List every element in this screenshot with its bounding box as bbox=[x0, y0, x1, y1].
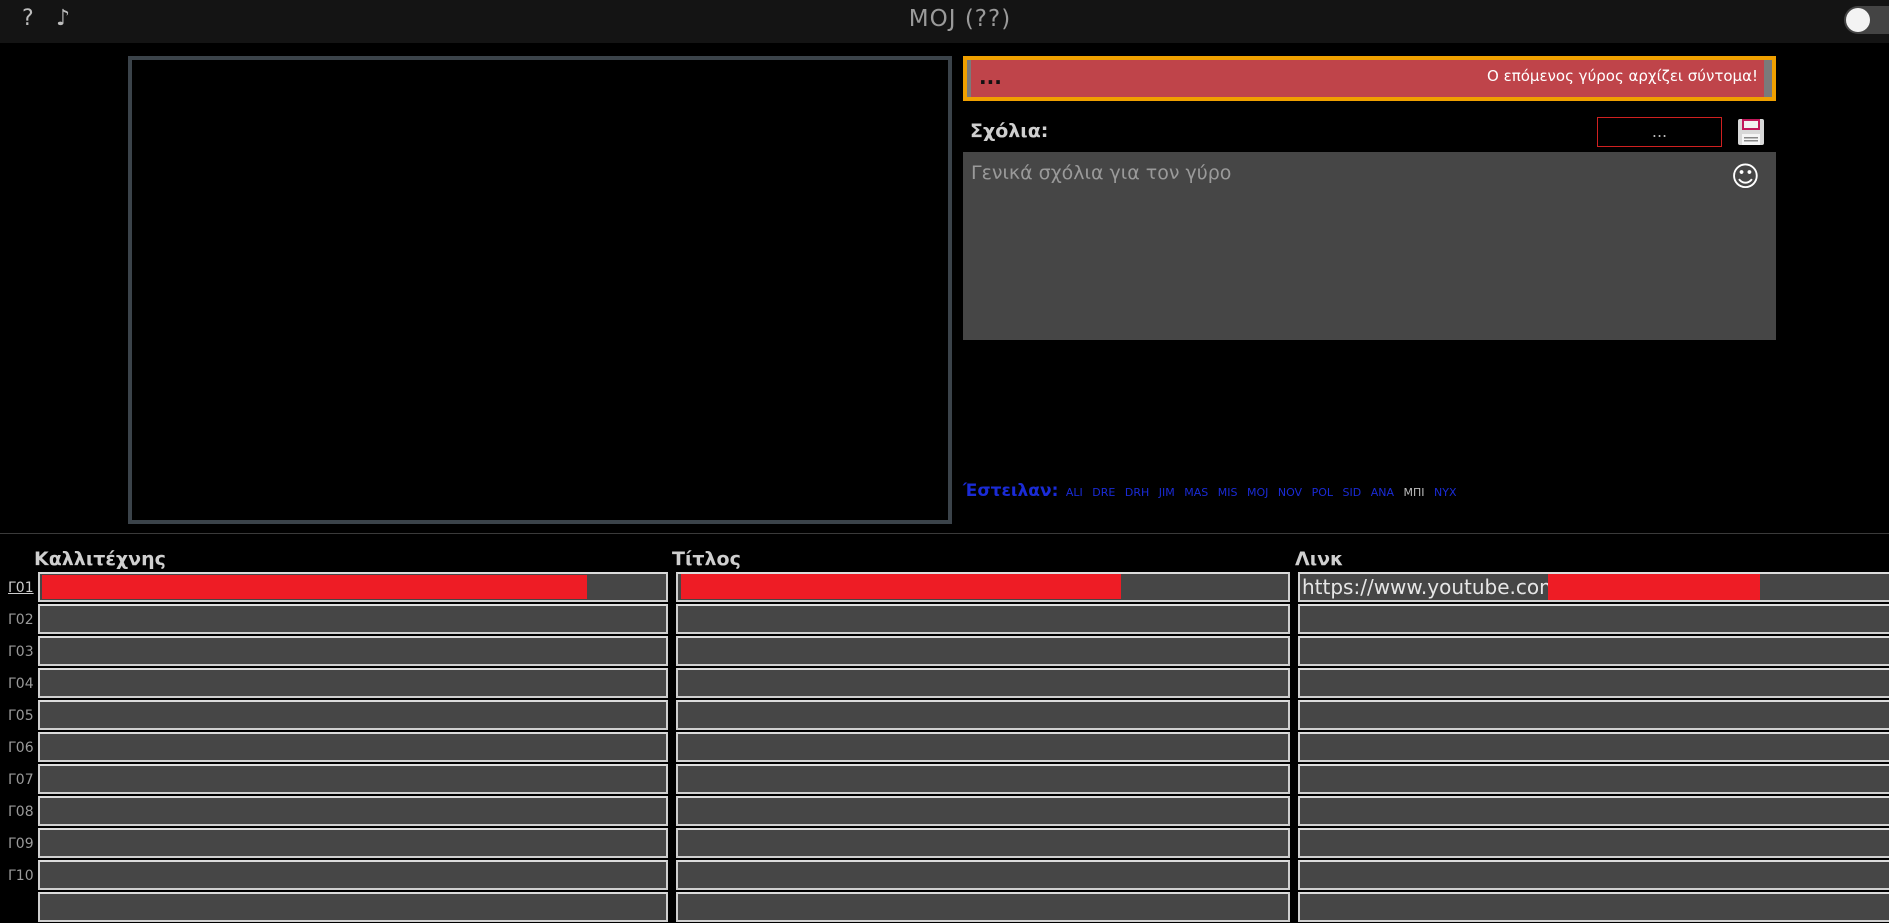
artist-input[interactable] bbox=[38, 636, 668, 666]
video-player[interactable] bbox=[128, 56, 952, 524]
title-input[interactable] bbox=[676, 668, 1290, 698]
redacted-text bbox=[681, 574, 1121, 599]
sent-list: Έστειλαν: ALI DRE DRH JIM MAS MIS MOJ NO… bbox=[963, 481, 1462, 501]
title-input[interactable] bbox=[676, 796, 1290, 826]
artist-input[interactable] bbox=[38, 860, 668, 890]
status-message: Ο επόμενος γύρος αρχίζει σύντομα! bbox=[1487, 67, 1758, 85]
table-row: Γ07 bbox=[0, 763, 1889, 795]
artist-input[interactable] bbox=[38, 828, 668, 858]
sent-name: NYX bbox=[1434, 486, 1457, 499]
link-input[interactable] bbox=[1298, 700, 1889, 730]
row-label[interactable]: Γ05 bbox=[8, 708, 34, 724]
sent-name: DRH bbox=[1124, 486, 1150, 499]
sent-name: ANA bbox=[1370, 486, 1394, 499]
comment-code-input[interactable]: ... bbox=[1597, 117, 1722, 147]
table-row: Γ06 bbox=[0, 731, 1889, 763]
title-input[interactable] bbox=[676, 860, 1290, 890]
toggle-knob bbox=[1846, 8, 1870, 32]
title-input[interactable] bbox=[676, 604, 1290, 634]
sent-name: DRE bbox=[1092, 486, 1116, 499]
row-label[interactable]: Γ07 bbox=[8, 772, 34, 788]
link-input[interactable] bbox=[1298, 636, 1889, 666]
table-row: Γ05 bbox=[0, 699, 1889, 731]
artist-input[interactable] bbox=[38, 732, 668, 762]
link-input[interactable] bbox=[1298, 732, 1889, 762]
link-input[interactable] bbox=[1298, 860, 1889, 890]
link-column-header: Λινκ bbox=[1295, 548, 1344, 570]
artist-input[interactable] bbox=[38, 892, 668, 922]
link-input[interactable] bbox=[1298, 828, 1889, 858]
link-input[interactable] bbox=[1298, 668, 1889, 698]
smiley-icon[interactable]: ☺ bbox=[1731, 160, 1760, 193]
artist-input[interactable] bbox=[38, 668, 668, 698]
sent-name: ALI bbox=[1065, 486, 1083, 499]
row-label[interactable]: Γ09 bbox=[8, 836, 34, 852]
table-row: Γ02 bbox=[0, 603, 1889, 635]
link-input[interactable] bbox=[1298, 764, 1889, 794]
artist-input[interactable] bbox=[38, 572, 668, 602]
table-row: Γ03 bbox=[0, 635, 1889, 667]
status-dots: ... bbox=[979, 65, 1002, 89]
row-label[interactable]: Γ06 bbox=[8, 740, 34, 756]
table-row: Γ04 bbox=[0, 667, 1889, 699]
title-input[interactable] bbox=[676, 892, 1290, 922]
title-input[interactable] bbox=[676, 732, 1290, 762]
redacted-text bbox=[42, 575, 587, 599]
table-row: Γ10 bbox=[0, 859, 1889, 891]
title-input[interactable] bbox=[676, 828, 1290, 858]
artist-input[interactable] bbox=[38, 796, 668, 826]
artist-input[interactable] bbox=[38, 764, 668, 794]
theme-toggle[interactable] bbox=[1844, 6, 1889, 34]
row-label[interactable]: Γ08 bbox=[8, 804, 34, 820]
comments-label: Σχόλια: bbox=[970, 120, 1049, 142]
sent-name-current: ΜΠΙ bbox=[1403, 486, 1425, 499]
save-icon[interactable] bbox=[1737, 118, 1765, 146]
title-input[interactable] bbox=[676, 700, 1290, 730]
row-label[interactable]: Γ01 bbox=[8, 580, 34, 596]
table-row: Γ09 bbox=[0, 827, 1889, 859]
sent-name: SID bbox=[1342, 486, 1362, 499]
table-row: Γ01 https://www.youtube.com/ bbox=[0, 571, 1889, 603]
link-input[interactable]: https://www.youtube.com/ bbox=[1298, 572, 1889, 602]
sent-label: Έστειλαν: bbox=[963, 481, 1059, 501]
artist-input[interactable] bbox=[38, 700, 668, 730]
row-label[interactable]: Γ10 bbox=[8, 868, 34, 884]
song-table: Γ01 https://www.youtube.com/ Γ02 Γ03 Γ04… bbox=[0, 571, 1889, 923]
comments-placeholder: Γενικά σχόλια για τον γύρο bbox=[971, 162, 1232, 184]
table-row: Γ08 bbox=[0, 795, 1889, 827]
link-input[interactable] bbox=[1298, 604, 1889, 634]
comments-textarea[interactable]: Γενικά σχόλια για τον γύρο ☺ bbox=[963, 152, 1776, 340]
sent-name: MOJ bbox=[1246, 486, 1269, 499]
artist-column-header: Καλλιτέχνης bbox=[34, 548, 166, 570]
sent-name: MAS bbox=[1184, 486, 1209, 499]
title-column-header: Τίτλος bbox=[672, 548, 741, 570]
status-banner-inner: ... Ο επόμενος γύρος αρχίζει σύντομα! bbox=[967, 60, 1772, 97]
row-label[interactable]: Γ03 bbox=[8, 644, 34, 660]
link-input[interactable] bbox=[1298, 796, 1889, 826]
sent-name: NOV bbox=[1277, 486, 1303, 499]
title-input[interactable] bbox=[676, 636, 1290, 666]
sent-name: MIS bbox=[1217, 486, 1238, 499]
sent-name: POL bbox=[1311, 486, 1333, 499]
redacted-text bbox=[1548, 574, 1760, 600]
top-bar: ? ♪ MOJ (??) bbox=[0, 0, 1889, 43]
status-banner: ... Ο επόμενος γύρος αρχίζει σύντομα! bbox=[963, 56, 1776, 101]
row-label[interactable]: Γ02 bbox=[8, 612, 34, 628]
row-label[interactable]: Γ04 bbox=[8, 676, 34, 692]
title-input[interactable] bbox=[676, 764, 1290, 794]
table-row bbox=[0, 891, 1889, 923]
section-divider bbox=[0, 533, 1889, 534]
title-input[interactable] bbox=[676, 572, 1290, 602]
link-input[interactable] bbox=[1298, 892, 1889, 922]
app-title: MOJ (??) bbox=[908, 6, 1012, 32]
artist-input[interactable] bbox=[38, 604, 668, 634]
sent-name: JIM bbox=[1158, 486, 1175, 499]
link-text: https://www.youtube.com/ bbox=[1302, 575, 1566, 599]
